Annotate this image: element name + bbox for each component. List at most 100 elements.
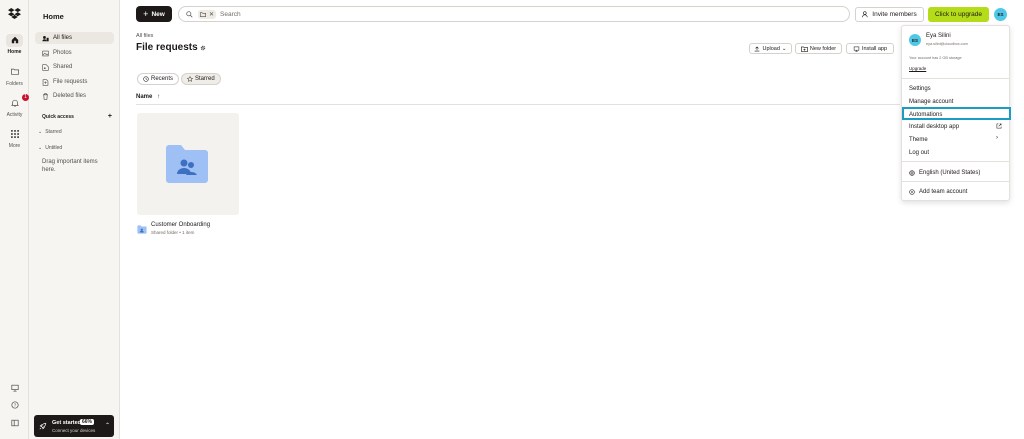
- menu-avatar-initials: ES: [911, 37, 918, 43]
- desktop-app-button[interactable]: [0, 384, 29, 392]
- invite-members-label: Invite members: [872, 11, 917, 18]
- sidebar-item-all-files[interactable]: All files: [35, 32, 114, 44]
- new-folder-icon: [800, 46, 808, 52]
- shared-icon: [41, 63, 49, 71]
- close-icon[interactable]: ✕: [209, 11, 214, 18]
- sidebar-item-label: Photos: [53, 50, 72, 56]
- rail-home[interactable]: Home: [0, 34, 29, 55]
- rocket-icon: [39, 422, 47, 430]
- collapse-sidebar-button[interactable]: [0, 419, 29, 427]
- help-button[interactable]: ?: [0, 401, 29, 409]
- menu-item-settings[interactable]: Settings: [909, 84, 931, 93]
- sidebar-item-deleted-files[interactable]: Deleted files: [35, 90, 114, 102]
- shared-folder-icon: [166, 145, 208, 183]
- upload-button[interactable]: Upload ⌄: [749, 43, 792, 54]
- new-folder-label: New folder: [809, 45, 837, 52]
- plus-icon: +: [143, 9, 149, 19]
- menu-item-theme[interactable]: Theme: [909, 135, 928, 144]
- monitor-icon: [10, 384, 19, 392]
- clock-icon: [143, 76, 149, 82]
- column-header-name[interactable]: Name ↑: [136, 94, 160, 100]
- person-add-icon: [862, 11, 868, 18]
- gear-icon[interactable]: [200, 45, 206, 51]
- file-requests-icon: [41, 78, 49, 86]
- untitled-section-label: Untitled: [45, 145, 63, 151]
- menu-item-manage-account[interactable]: Manage account: [909, 97, 953, 106]
- add-quick-access-icon[interactable]: +: [108, 113, 112, 120]
- sidebar-item-shared[interactable]: Shared: [35, 61, 114, 73]
- file-name[interactable]: Customer Onboarding: [151, 222, 210, 228]
- new-folder-button[interactable]: New folder: [795, 43, 842, 54]
- chevron-down-icon: ⌄: [781, 45, 787, 52]
- menu-item-log-out[interactable]: Log out: [909, 148, 929, 157]
- menu-item-label: Manage account: [909, 98, 954, 105]
- monitor-icon: [853, 46, 860, 52]
- breadcrumb[interactable]: All files: [136, 33, 153, 39]
- filter-recents-label: Recents: [151, 76, 174, 82]
- svg-text:?: ?: [13, 403, 16, 408]
- install-app-button[interactable]: Install app: [846, 43, 894, 54]
- rail-activity[interactable]: 1 Activity: [0, 94, 29, 118]
- starred-section-toggle[interactable]: ⌄ Starred: [38, 129, 62, 135]
- account-menu: ES Eya Silini eya.silini@cloudbox.com Yo…: [901, 25, 1011, 201]
- search-placeholder: Search: [220, 10, 241, 18]
- untitled-section-toggle[interactable]: ⌄ Untitled: [38, 145, 62, 151]
- rail-folders[interactable]: Folders: [0, 66, 29, 87]
- page-title: File requests: [136, 42, 198, 53]
- filter-recents[interactable]: Recents: [137, 73, 180, 85]
- upgrade-button[interactable]: Click to upgrade: [928, 7, 989, 22]
- menu-upgrade-link[interactable]: Upgrade: [909, 66, 926, 71]
- trash-icon: [41, 92, 49, 100]
- sidebar-item-file-requests[interactable]: File requests: [35, 76, 114, 88]
- account-avatar-button[interactable]: ES: [994, 8, 1007, 21]
- home-icon: [6, 34, 23, 47]
- menu-item-automations[interactable]: Automations: [909, 110, 942, 119]
- drag-note: Drag important items here.: [42, 159, 98, 173]
- folder-icon: [6, 66, 23, 79]
- file-tile[interactable]: [137, 113, 239, 215]
- bell-icon: 1: [6, 94, 29, 110]
- icon-rail: Home Folders 1 Activity More ?: [0, 0, 29, 439]
- get-started-subtitle: Connect your devices: [52, 428, 96, 433]
- get-started-percent: 66%: [80, 419, 95, 425]
- install-app-label: Install app: [861, 45, 888, 52]
- menu-item-add-team-account[interactable]: Add team account: [909, 187, 967, 196]
- column-name-label: Name: [136, 94, 153, 100]
- menu-avatar: ES: [909, 34, 921, 46]
- sidebar-item-label: File requests: [53, 79, 88, 85]
- filter-starred[interactable]: Starred: [181, 73, 221, 85]
- chevron-up-icon: ⌃: [105, 423, 111, 429]
- sidebar-item-photos[interactable]: Photos: [35, 47, 114, 59]
- get-started-card[interactable]: Get started 66% Connect your devices ⌃: [34, 415, 114, 437]
- search-input[interactable]: ✕ Search: [178, 6, 850, 22]
- storage-text: Your account has 2 GB storage: [909, 56, 962, 60]
- sidebar-item-label: All files: [53, 35, 73, 41]
- rail-more[interactable]: More: [0, 128, 29, 149]
- sort-arrow-up-icon: ↑: [157, 94, 161, 100]
- menu-item-label: Install desktop app: [909, 123, 960, 130]
- dropbox-logo-icon[interactable]: [8, 8, 21, 19]
- photos-icon: [41, 49, 49, 57]
- globe-icon: [909, 169, 915, 176]
- menu-item-install-desktop-app[interactable]: Install desktop app: [909, 122, 959, 131]
- invite-members-button[interactable]: Invite members: [855, 7, 924, 22]
- sidebar-title: Home: [43, 12, 64, 21]
- starred-section-label: Starred: [45, 129, 62, 135]
- new-button-label: New: [151, 10, 165, 18]
- column-divider: [136, 104, 900, 105]
- quick-access-header: Quick access +: [42, 113, 112, 120]
- grid-icon: [6, 128, 23, 141]
- menu-item-language[interactable]: English (United States): [909, 168, 980, 177]
- quick-access-label: Quick access: [42, 114, 74, 120]
- menu-item-label: Add team account: [919, 188, 968, 195]
- sidebar-item-label: Deleted files: [53, 93, 87, 99]
- upgrade-button-label: Click to upgrade: [935, 11, 982, 18]
- rail-home-label: Home: [7, 49, 22, 55]
- app-root: Home Folders 1 Activity More ? Home All …: [0, 0, 1024, 439]
- account-name: Eya Silini: [926, 33, 951, 39]
- sidebar-item-label: Shared: [53, 64, 73, 70]
- sidebar: Home All files Photos Shared File reques…: [29, 0, 120, 439]
- new-button[interactable]: + New: [136, 6, 172, 22]
- plus-circle-icon: [909, 188, 915, 195]
- search-scope-chip[interactable]: ✕: [198, 9, 217, 19]
